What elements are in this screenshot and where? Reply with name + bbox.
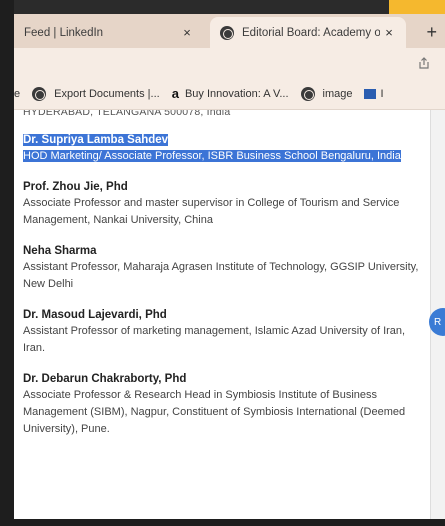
address-bar[interactable] [14, 48, 445, 78]
member-affiliation: HOD Marketing/ Associate Professor, ISBR… [23, 150, 401, 162]
board-member-entry: Prof. Zhou Jie, Phd Associate Professor … [23, 179, 430, 229]
member-affiliation: Associate Professor & Research Head in S… [23, 389, 406, 435]
bookmark-label: Export Documents |... [54, 87, 160, 100]
bookmarks-bar: e Export Documents |... a Buy Innovation… [14, 78, 445, 110]
board-member-entry: Dr. Debarun Chakraborty, Phd Associate P… [23, 371, 430, 438]
bookmark-item[interactable]: I [364, 87, 384, 100]
tab-bar: Feed | LinkedIn × Editorial Board: Acade… [14, 14, 445, 48]
bookmark-square-icon [364, 88, 377, 99]
new-tab-button[interactable]: + [426, 22, 437, 43]
board-member-entry: Neha Sharma Assistant Professor, Maharaj… [23, 243, 430, 293]
bookmark-export-documents[interactable]: Export Documents |... [32, 86, 160, 101]
member-name: Prof. Zhou Jie, Phd [23, 181, 128, 193]
window-frame-bottom [0, 519, 445, 526]
tab-linkedin-feed[interactable]: Feed | LinkedIn × [14, 17, 204, 48]
address-line: HYDERABAD, TELANGANA 500078, India [23, 110, 231, 118]
bookmark-item[interactable]: e [14, 88, 20, 100]
close-icon[interactable]: × [178, 25, 196, 40]
member-name: Dr. Debarun Chakraborty, Phd [23, 373, 187, 385]
accent-wedge [375, 0, 445, 14]
globe-icon [300, 86, 315, 101]
board-member-entry: Dr. Masoud Lajevardi, Phd Assistant Prof… [23, 307, 430, 357]
bookmark-label: e [14, 87, 21, 100]
globe-icon [32, 86, 47, 101]
bookmark-label: image [322, 87, 353, 100]
member-name: Neha Sharma [23, 245, 97, 257]
bookmark-buy-innovation[interactable]: a Buy Innovation: A V... [172, 86, 289, 101]
tab-title: Feed | LinkedIn [24, 26, 104, 39]
bookmark-label: I [380, 87, 384, 100]
globe-icon [220, 25, 234, 40]
member-affiliation: Assistant Professor, Maharaja Agrasen In… [23, 261, 419, 290]
member-name: Dr. Supriya Lamba Sahdev [23, 134, 169, 146]
share-icon[interactable] [417, 56, 431, 73]
tab-editorial-board[interactable]: Editorial Board: Academy o × [210, 17, 406, 48]
floating-action-button[interactable]: R [429, 308, 445, 336]
tab-title: Editorial Board: Academy o [242, 26, 380, 39]
bookmark-image[interactable]: image [300, 86, 353, 101]
bookmark-label: Buy Innovation: A V... [184, 87, 289, 100]
window-frame-left [0, 0, 14, 526]
amazon-icon: a [171, 86, 179, 101]
member-name: Dr. Masoud Lajevardi, Phd [23, 309, 167, 321]
scrollbar[interactable]: R [429, 110, 445, 519]
board-member-entry: Dr. Supriya Lamba Sahdev HOD Marketing/ … [23, 132, 430, 165]
close-icon[interactable]: × [380, 25, 398, 40]
editorial-board-content: HYDERABAD, TELANGANA 500078, India Dr. S… [14, 110, 430, 519]
member-affiliation: Assistant Professor of marketing managem… [23, 325, 406, 354]
member-affiliation: Associate Professor and master superviso… [23, 197, 400, 226]
